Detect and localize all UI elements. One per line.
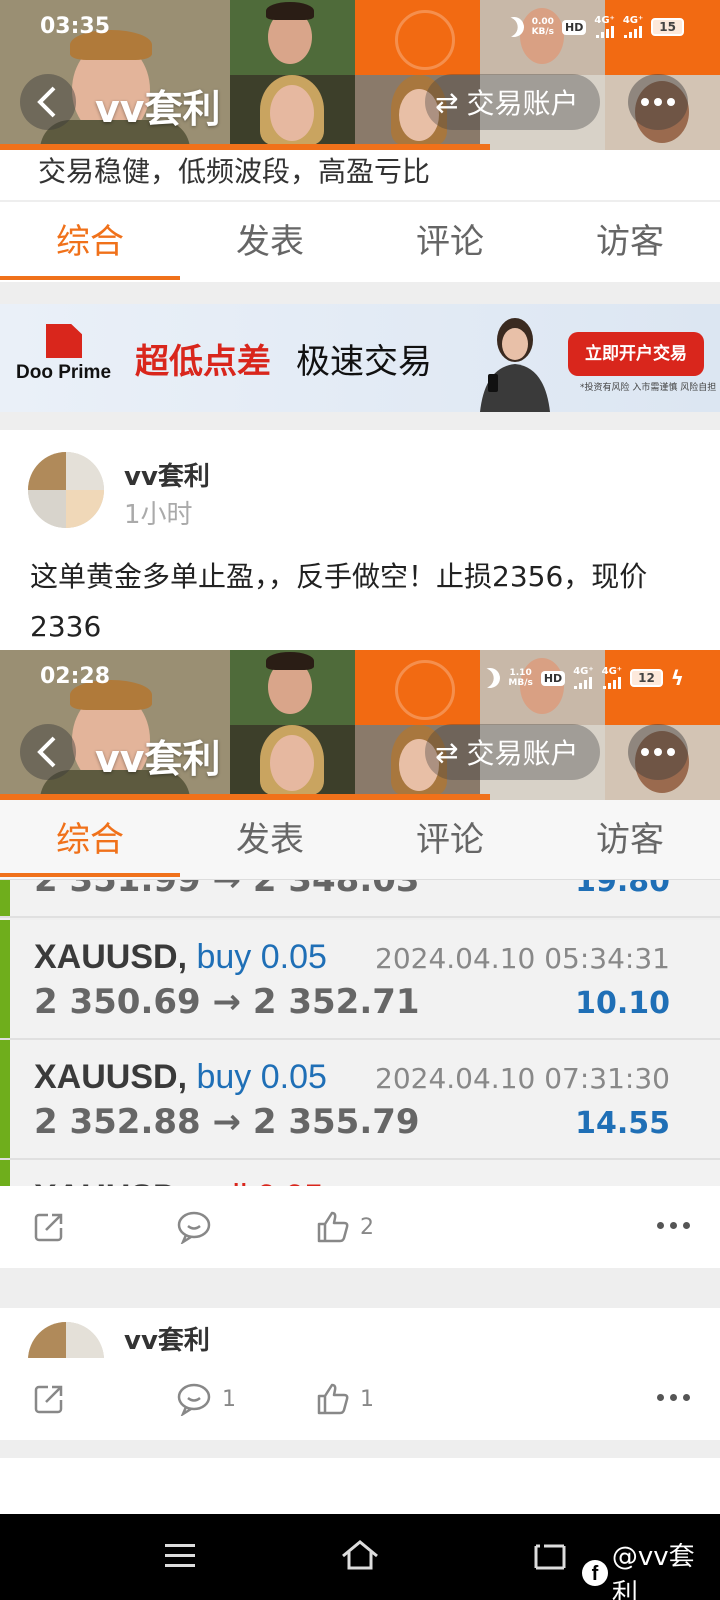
- thumbs-up-icon: [317, 1383, 349, 1415]
- hd-icon: HD: [562, 19, 587, 35]
- hd-icon: HD: [540, 670, 566, 686]
- trade-row: 2 351.99 → 2 348.03 19.80: [0, 880, 720, 918]
- trade-row: XAUUSD, buy 0.05 2024.04.10 05:34:31 2 3…: [0, 920, 720, 1040]
- trade-profit: 14.55: [575, 1106, 670, 1141]
- trade-prices: 2 352.88 → 2 355.79: [34, 1102, 420, 1142]
- back-arrow-icon: [37, 86, 56, 118]
- page-title: vv套利: [95, 87, 221, 131]
- tab-overview: 综合: [0, 800, 180, 879]
- post-action-bar: 2: [0, 1186, 720, 1268]
- post-action-bar: 1 1: [0, 1358, 720, 1440]
- share-icon: [34, 1385, 63, 1414]
- profile-tabs: 综合 发表 评论 访客: [0, 202, 720, 282]
- next-post-edge: [0, 1458, 720, 1514]
- trade-row: XAUUSD, buy 0.05 2024.04.10 07:31:30 2 3…: [0, 1040, 720, 1160]
- post-author[interactable]: vv套利: [124, 456, 210, 493]
- trade-side: buy 0.05: [196, 938, 327, 976]
- signal-icon: 4G⁺: [602, 667, 622, 689]
- watermark: f @vv套利: [582, 1536, 720, 1600]
- trade-datetime: 2024.04.10 07:31:30: [375, 1062, 670, 1095]
- moon-icon: [501, 14, 527, 40]
- more-options-button[interactable]: [628, 74, 688, 130]
- system-nav-bar: f @vv套利: [0, 1514, 720, 1600]
- tab-posts[interactable]: 发表: [180, 202, 360, 282]
- ad-person-image: [480, 318, 550, 412]
- trade-symbol: XAUUSD,: [34, 938, 188, 976]
- moon-icon: [478, 665, 504, 691]
- tab-visitors[interactable]: 访客: [540, 202, 720, 282]
- trade-side: buy 0.05: [196, 1058, 327, 1096]
- swap-icon: ⇄: [435, 85, 459, 119]
- back-button[interactable]: [20, 74, 76, 130]
- battery-icon: 15: [651, 18, 684, 36]
- post-text: 这单黄金多单止盈，，反手做空！止损2356，现价2336: [30, 560, 648, 643]
- profile-bio: 交易稳健，低频波段，高盈亏比: [38, 155, 431, 188]
- thumbs-up-icon: [317, 1211, 349, 1243]
- battery-icon: 12: [630, 669, 663, 687]
- back-arrow-icon: [37, 736, 56, 768]
- trade-profit: 10.10: [575, 986, 670, 1021]
- screenshot-status-bar: 02:28 1.10 MB/s HD 4G⁺ 4G⁺ 12 ϟ: [0, 662, 720, 696]
- comment-button[interactable]: 1: [176, 1358, 236, 1440]
- status-time: 02:28: [40, 664, 111, 689]
- network-speed: 0.00 KB/s: [531, 17, 555, 37]
- comment-count: 1: [222, 1386, 236, 1412]
- comment-icon: [177, 1383, 211, 1416]
- post-card[interactable]: vv套利 1小时 这单黄金多单止盈，，反手做空！止损2356，现价2336: [0, 430, 720, 665]
- tab-comments: 评论: [416, 820, 484, 860]
- doo-prime-logo: Doo Prime: [16, 324, 116, 384]
- profile-header: 03:35 0.00 KB/s HD 4G⁺ 4G⁺ 15 vv套利 ⇄ 交易账…: [0, 0, 720, 150]
- like-button[interactable]: 2: [316, 1186, 374, 1268]
- signal-icon: 4G⁺: [594, 16, 615, 38]
- screenshot-title: vv套利: [95, 737, 221, 781]
- trade-prices: 2 351.99 → 2 348.03: [34, 880, 420, 900]
- trade-symbol: XAUUSD,: [34, 1058, 188, 1096]
- trade-history-list: 2 351.99 → 2 348.03 19.80 XAUUSD, buy 0.…: [0, 880, 720, 1210]
- tab-posts: 发表: [236, 820, 304, 860]
- recent-apps-button[interactable]: [165, 1544, 195, 1574]
- fb-icon: f: [582, 1560, 608, 1586]
- like-button[interactable]: 1: [316, 1358, 374, 1440]
- tab-comments[interactable]: 评论: [360, 202, 540, 282]
- like-count: 2: [360, 1214, 374, 1240]
- tab-overview[interactable]: 综合: [0, 202, 180, 282]
- signal-icon: 4G⁺: [573, 667, 594, 689]
- comment-icon: [177, 1211, 211, 1244]
- ad-headline-black: 极速交易: [296, 342, 432, 382]
- trading-account-button: ⇄ 交易账户: [425, 724, 601, 780]
- screenshot-header: 02:28 1.10 MB/s HD 4G⁺ 4G⁺ 12 ϟ vv套利 ⇄ 交…: [0, 650, 720, 800]
- home-button[interactable]: [340, 1538, 380, 1572]
- ad-banner[interactable]: Doo Prime 超低点差 极速交易 立即开户交易 *投资有风险 入市需谨慎 …: [0, 304, 720, 412]
- post-author[interactable]: vv套利: [124, 1320, 210, 1357]
- status-bar: 03:35 0.00 KB/s HD 4G⁺ 4G⁺ 15: [0, 12, 720, 46]
- charging-icon: ϟ: [670, 666, 684, 690]
- trade-profit: 19.80: [575, 880, 670, 899]
- network-speed: 1.10 MB/s: [508, 668, 533, 688]
- more-options-button: [628, 724, 688, 780]
- ad-headline-red: 超低点差: [135, 342, 271, 382]
- like-count: 1: [360, 1386, 374, 1412]
- status-time: 03:35: [40, 14, 111, 39]
- tab-visitors: 访客: [596, 820, 664, 860]
- comment-button[interactable]: [176, 1186, 222, 1268]
- share-icon: [34, 1213, 63, 1242]
- post-more-button[interactable]: [657, 1394, 690, 1401]
- signal-icon: 4G⁺: [623, 16, 643, 38]
- trade-prices: 2 350.69 → 2 352.71: [34, 982, 420, 1022]
- profile-bio-area: 交易稳健，低频波段，高盈亏比: [0, 150, 720, 200]
- screenshot-tabs: 综合 发表 评论 访客: [0, 800, 720, 880]
- share-button[interactable]: [32, 1358, 76, 1440]
- back-nav-button[interactable]: [534, 1542, 566, 1572]
- avatar[interactable]: [28, 452, 104, 528]
- trading-account-button[interactable]: ⇄ 交易账户: [425, 74, 601, 130]
- trade-datetime: 2024.04.10 05:34:31: [375, 942, 670, 975]
- share-button[interactable]: [32, 1186, 76, 1268]
- ad-open-account-button[interactable]: 立即开户交易: [568, 332, 704, 376]
- back-button: [20, 724, 76, 780]
- swap-icon: ⇄: [435, 735, 459, 769]
- post-more-button[interactable]: [657, 1222, 690, 1229]
- post-time: 1小时: [124, 500, 193, 530]
- ad-disclaimer: *投资有风险 入市需谨慎 风险自担: [580, 383, 717, 393]
